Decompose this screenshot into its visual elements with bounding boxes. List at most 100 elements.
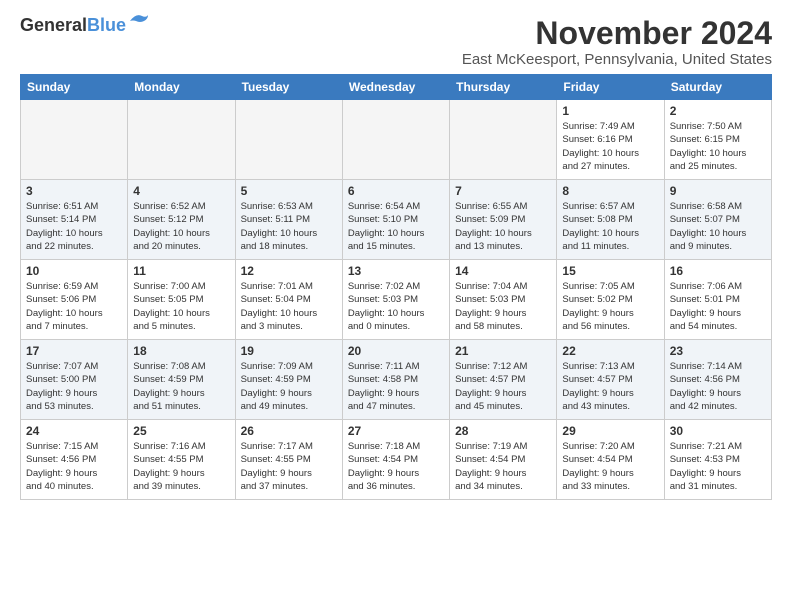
day-number: 20 [348,344,444,358]
calendar-day-header: Wednesday [342,75,449,100]
day-info: Sunrise: 7:00 AM Sunset: 5:05 PM Dayligh… [133,280,229,333]
calendar-day-cell [450,100,557,180]
day-info: Sunrise: 7:14 AM Sunset: 4:56 PM Dayligh… [670,360,766,413]
day-number: 25 [133,424,229,438]
logo-blue: Blue [87,15,126,35]
calendar-day-header: Tuesday [235,75,342,100]
calendar-day-cell: 6 Sunrise: 6:54 AM Sunset: 5:10 PM Daylig… [342,180,449,260]
logo-text: GeneralBlue [20,16,126,34]
calendar-week-row: 1Sunrise: 7:49 AM Sunset: 6:16 PM Daylig… [21,100,772,180]
calendar-week-row: 17Sunrise: 7:07 AM Sunset: 5:00 PM Dayli… [21,340,772,420]
day-number: 27 [348,424,444,438]
day-info: Sunrise: 7:21 AM Sunset: 4:53 PM Dayligh… [670,440,766,493]
day-info: Sunrise: 7:06 AM Sunset: 5:01 PM Dayligh… [670,280,766,333]
day-number: 12 [241,264,337,278]
calendar-week-row: 3 Sunrise: 6:51 AM Sunset: 5:14 PM Daylig… [21,180,772,260]
day-info: Sunrise: 7:18 AM Sunset: 4:54 PM Dayligh… [348,440,444,493]
day-number: 19 [241,344,337,358]
day-number: 15 [562,264,658,278]
calendar-day-cell: 22 Sunrise: 7:13 AM Sunset: 4:57 PM Dayli… [557,340,664,420]
calendar-day-cell [235,100,342,180]
day-info: Sunrise: 7:04 AM Sunset: 5:03 PM Dayligh… [455,280,551,333]
day-info: Sunrise: 7:19 AM Sunset: 4:54 PM Dayligh… [455,440,551,493]
calendar-day-header: Thursday [450,75,557,100]
calendar-day-cell: 26 Sunrise: 7:17 AM Sunset: 4:55 PM Dayli… [235,420,342,500]
day-info: Sunrise: 7:09 AM Sunset: 4:59 PM Dayligh… [241,360,337,413]
calendar-day-cell: 19 Sunrise: 7:09 AM Sunset: 4:59 PM Dayli… [235,340,342,420]
day-info: Sunrise: 7:13 AM Sunset: 4:57 PM Dayligh… [562,360,658,413]
day-number: 18 [133,344,229,358]
calendar-day-header: Monday [128,75,235,100]
day-info: Sunrise: 7:12 AM Sunset: 4:57 PM Dayligh… [455,360,551,413]
calendar-day-cell: 28 Sunrise: 7:19 AM Sunset: 4:54 PM Dayli… [450,420,557,500]
calendar-day-cell: 2Sunrise: 7:50 AM Sunset: 6:15 PM Daylig… [664,100,771,180]
calendar-day-cell: 18 Sunrise: 7:08 AM Sunset: 4:59 PM Dayli… [128,340,235,420]
calendar-day-cell: 24Sunrise: 7:15 AM Sunset: 4:56 PM Dayli… [21,420,128,500]
calendar-day-cell: 21 Sunrise: 7:12 AM Sunset: 4:57 PM Dayli… [450,340,557,420]
calendar-day-cell: 15 Sunrise: 7:05 AM Sunset: 5:02 PM Dayli… [557,260,664,340]
day-number: 6 [348,184,444,198]
day-info: Sunrise: 6:52 AM Sunset: 5:12 PM Dayligh… [133,200,229,253]
calendar-day-cell: 30 Sunrise: 7:21 AM Sunset: 4:53 PM Dayli… [664,420,771,500]
day-info: Sunrise: 7:01 AM Sunset: 5:04 PM Dayligh… [241,280,337,333]
page: GeneralBlue November 2024 East McKeespor… [0,0,792,510]
day-number: 4 [133,184,229,198]
calendar-day-cell: 29Sunrise: 7:20 AM Sunset: 4:54 PM Dayli… [557,420,664,500]
day-info: Sunrise: 7:50 AM Sunset: 6:15 PM Dayligh… [670,120,766,173]
day-number: 10 [26,264,122,278]
day-number: 1 [562,104,658,118]
day-info: Sunrise: 7:17 AM Sunset: 4:55 PM Dayligh… [241,440,337,493]
logo-bird-icon [128,11,150,29]
day-number: 30 [670,424,766,438]
calendar-day-header: Saturday [664,75,771,100]
day-info: Sunrise: 6:53 AM Sunset: 5:11 PM Dayligh… [241,200,337,253]
day-number: 5 [241,184,337,198]
day-info: Sunrise: 6:57 AM Sunset: 5:08 PM Dayligh… [562,200,658,253]
title-area: November 2024 East McKeesport, Pennsylva… [462,16,772,68]
calendar-day-cell: 14Sunrise: 7:04 AM Sunset: 5:03 PM Dayli… [450,260,557,340]
calendar-day-header: Friday [557,75,664,100]
header: GeneralBlue November 2024 East McKeespor… [20,16,772,68]
calendar-day-header: Sunday [21,75,128,100]
calendar-day-cell: 5 Sunrise: 6:53 AM Sunset: 5:11 PM Daylig… [235,180,342,260]
location-title: East McKeesport, Pennsylvania, United St… [462,51,772,68]
day-info: Sunrise: 6:58 AM Sunset: 5:07 PM Dayligh… [670,200,766,253]
day-number: 16 [670,264,766,278]
day-info: Sunrise: 6:51 AM Sunset: 5:14 PM Dayligh… [26,200,122,253]
day-number: 13 [348,264,444,278]
calendar-day-cell: 13 Sunrise: 7:02 AM Sunset: 5:03 PM Dayli… [342,260,449,340]
day-info: Sunrise: 7:20 AM Sunset: 4:54 PM Dayligh… [562,440,658,493]
calendar-day-cell [21,100,128,180]
day-info: Sunrise: 7:07 AM Sunset: 5:00 PM Dayligh… [26,360,122,413]
day-number: 28 [455,424,551,438]
calendar-table: SundayMondayTuesdayWednesdayThursdayFrid… [20,74,772,500]
day-number: 23 [670,344,766,358]
day-info: Sunrise: 7:16 AM Sunset: 4:55 PM Dayligh… [133,440,229,493]
calendar-day-cell [342,100,449,180]
day-info: Sunrise: 7:05 AM Sunset: 5:02 PM Dayligh… [562,280,658,333]
calendar-day-cell: 23 Sunrise: 7:14 AM Sunset: 4:56 PM Dayli… [664,340,771,420]
day-info: Sunrise: 7:02 AM Sunset: 5:03 PM Dayligh… [348,280,444,333]
day-info: Sunrise: 7:11 AM Sunset: 4:58 PM Dayligh… [348,360,444,413]
calendar-day-cell: 1Sunrise: 7:49 AM Sunset: 6:16 PM Daylig… [557,100,664,180]
calendar-day-cell: 9 Sunrise: 6:58 AM Sunset: 5:07 PM Daylig… [664,180,771,260]
calendar-day-cell: 17Sunrise: 7:07 AM Sunset: 5:00 PM Dayli… [21,340,128,420]
day-number: 26 [241,424,337,438]
calendar-week-row: 10Sunrise: 6:59 AM Sunset: 5:06 PM Dayli… [21,260,772,340]
day-number: 3 [26,184,122,198]
calendar-day-cell: 8Sunrise: 6:57 AM Sunset: 5:08 PM Daylig… [557,180,664,260]
day-info: Sunrise: 6:54 AM Sunset: 5:10 PM Dayligh… [348,200,444,253]
day-number: 21 [455,344,551,358]
calendar-day-cell: 11 Sunrise: 7:00 AM Sunset: 5:05 PM Dayli… [128,260,235,340]
calendar-day-cell: 10Sunrise: 6:59 AM Sunset: 5:06 PM Dayli… [21,260,128,340]
day-number: 11 [133,264,229,278]
calendar-day-cell: 25 Sunrise: 7:16 AM Sunset: 4:55 PM Dayli… [128,420,235,500]
day-number: 9 [670,184,766,198]
logo: GeneralBlue [20,16,150,34]
calendar-day-cell: 7Sunrise: 6:55 AM Sunset: 5:09 PM Daylig… [450,180,557,260]
day-number: 22 [562,344,658,358]
day-info: Sunrise: 7:08 AM Sunset: 4:59 PM Dayligh… [133,360,229,413]
day-number: 7 [455,184,551,198]
calendar-week-row: 24Sunrise: 7:15 AM Sunset: 4:56 PM Dayli… [21,420,772,500]
day-number: 24 [26,424,122,438]
